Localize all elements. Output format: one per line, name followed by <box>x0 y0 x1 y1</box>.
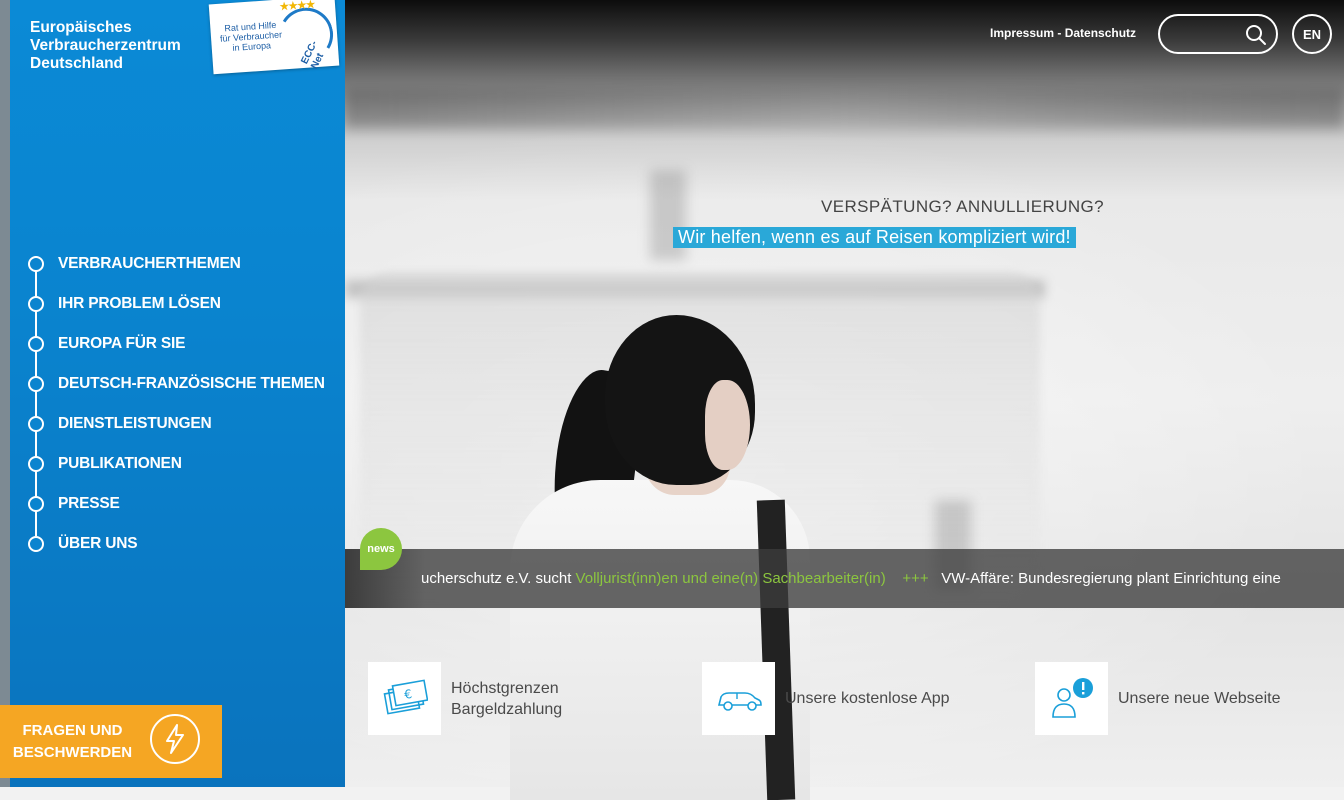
news-separator: +++ <box>902 570 929 587</box>
news-link[interactable]: Volljurist(inn)en und eine(n) Sachbearbe… <box>576 570 886 587</box>
nav-dot-icon <box>28 496 44 512</box>
brand-line: Europäisches <box>30 19 132 36</box>
feature-label: Höchstgrenzen Bargeldzahlung <box>451 678 562 720</box>
brand-line: Verbraucherzentrum <box>30 37 181 54</box>
nav-dot-icon <box>28 456 44 472</box>
nav-item-ihr-problem-loesen[interactable]: IHR PROBLEM LÖSEN <box>28 284 325 324</box>
nav-dot-icon <box>28 336 44 352</box>
nav-item-label: IHR PROBLEM LÖSEN <box>58 295 221 312</box>
money-icon: € <box>368 662 441 735</box>
nav-item-label: VERBRAUCHERTHEMEN <box>58 255 241 272</box>
nav-dot-icon <box>28 536 44 552</box>
language-switch-button[interactable]: EN <box>1292 14 1332 54</box>
nav-item-verbraucherthemen[interactable]: VERBRAUCHERTHEMEN <box>28 244 325 284</box>
feature-label-line: Höchstgrenzen <box>451 679 559 697</box>
nav-item-label: ÜBER UNS <box>58 535 138 552</box>
feature-label: Unsere neue Webseite <box>1118 690 1281 707</box>
datenschutz-link[interactable]: Datenschutz <box>1065 26 1136 40</box>
search-box[interactable] <box>1158 14 1278 54</box>
news-badge: news <box>360 528 402 570</box>
nav-item-label: EUROPA FÜR SIE <box>58 335 186 352</box>
nav-dot-icon <box>28 376 44 392</box>
search-icon[interactable] <box>1244 23 1268 47</box>
brand-title[interactable]: Europäisches Verbraucherzentrum Deutschl… <box>30 19 181 73</box>
nav-item-publikationen[interactable]: PUBLIKATIONEN <box>28 444 325 484</box>
brand-line: Deutschland <box>30 55 124 72</box>
feature-label: Unsere kostenlose App <box>785 690 950 707</box>
nav-item-deutsch-franzoesische-themen[interactable]: DEUTSCH-FRANZÖSISCHE THEMEN <box>28 364 325 404</box>
feature-kostenlose-app[interactable]: Unsere kostenlose App <box>702 662 950 735</box>
hero-headline: VERSPÄTUNG? ANNULLIERUNG? <box>821 197 1105 216</box>
link-separator: - <box>1054 26 1065 40</box>
nav-item-presse[interactable]: PRESSE <box>28 484 325 524</box>
feature-label-line: Bargeldzahlung <box>451 700 563 718</box>
nav-item-label: DIENSTLEISTUNGEN <box>58 415 212 432</box>
nav-item-europa-fuer-sie[interactable]: EUROPA FÜR SIE <box>28 324 325 364</box>
news-text: ucherschutz e.V. sucht <box>421 570 576 587</box>
nav-item-label: PRESSE <box>58 495 120 512</box>
nav-item-ueber-uns[interactable]: ÜBER UNS <box>28 524 325 564</box>
top-links: Impressum - Datenschutz <box>990 26 1136 40</box>
ecc-net-logo[interactable]: Rat und Hilfe für Verbraucher in Europa … <box>208 0 340 75</box>
car-icon <box>702 662 775 735</box>
impressum-link[interactable]: Impressum <box>990 26 1054 40</box>
nav-item-label: DEUTSCH-FRANZÖSISCHE THEMEN <box>58 375 325 392</box>
user-alert-icon <box>1035 662 1108 735</box>
sidebar-edge <box>0 0 10 787</box>
cta-label-line: BESCHWERDEN <box>12 743 133 761</box>
news-link[interactable]: VW-Affäre: Bundesregierung plant Einrich… <box>941 570 1281 587</box>
nav-item-dienstleistungen[interactable]: DIENSTLEISTUNGEN <box>28 404 325 444</box>
nav-dot-icon <box>28 416 44 432</box>
main-navigation: VERBRAUCHERTHEMEN IHR PROBLEM LÖSEN EURO… <box>28 244 325 564</box>
sidebar: Europäisches Verbraucherzentrum Deutschl… <box>0 0 345 787</box>
fragen-beschwerden-button[interactable]: FRAGEN UND BESCHWERDEN <box>0 705 222 778</box>
nav-dot-icon <box>28 296 44 312</box>
hero-subheadline[interactable]: Wir helfen, wenn es auf Reisen komplizie… <box>673 227 1076 248</box>
cta-label-line: FRAGEN UND <box>22 721 123 739</box>
lightning-icon <box>150 714 200 764</box>
nav-item-label: PUBLIKATIONEN <box>58 455 182 472</box>
nav-dot-icon <box>28 256 44 272</box>
ecc-logo-text: Rat und Hilfe für Verbraucher in Europa <box>218 19 284 53</box>
cta-label: FRAGEN UND BESCHWERDEN <box>0 720 145 764</box>
feature-hoechstgrenzen[interactable]: € Höchstgrenzen Bargeldzahlung <box>368 662 562 735</box>
blur-stripe <box>345 88 1344 128</box>
feature-neue-webseite[interactable]: Unsere neue Webseite <box>1035 662 1280 735</box>
news-ticker: ucherschutz e.V. sucht Volljurist(inn)en… <box>345 549 1344 608</box>
news-ticker-text: ucherschutz e.V. sucht Volljurist(inn)en… <box>421 570 1281 587</box>
